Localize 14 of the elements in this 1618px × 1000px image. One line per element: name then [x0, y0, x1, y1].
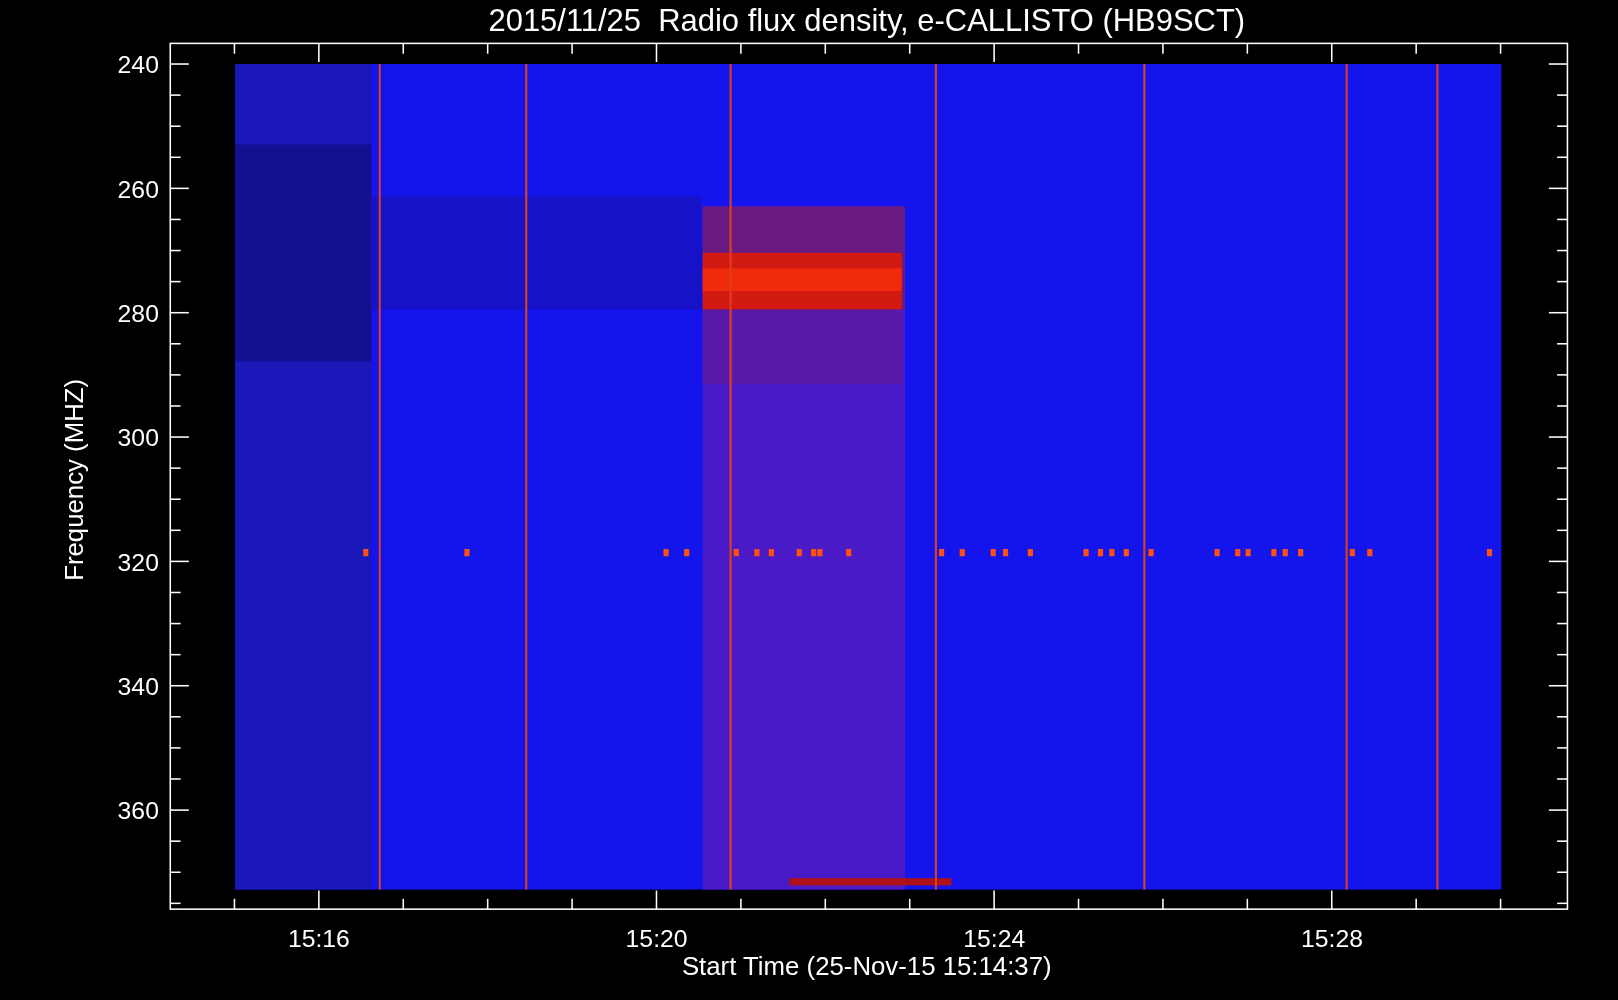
axis-title: Frequency (MHZ) — [59, 378, 88, 581]
tick-label: 15:24 — [963, 925, 1026, 953]
axis-title: Start Time (25-Nov-15 15:14:37) — [681, 952, 1052, 981]
tick-label: 240 — [117, 51, 159, 79]
tick-label: 300 — [117, 424, 159, 452]
tick-label: 320 — [117, 548, 159, 576]
tick-label: 15:16 — [287, 925, 350, 953]
chart-title: 2015/11/25 Radio flux density, e-CALLISTO (HB9SCT) — [488, 3, 1246, 38]
tick-label: 15:28 — [1301, 925, 1364, 953]
tick-label: 280 — [117, 300, 159, 327]
tick-label: 360 — [117, 797, 159, 825]
tick-label: 15:20 — [625, 925, 688, 953]
tick-label: 260 — [117, 175, 159, 203]
tick-label: 340 — [117, 673, 159, 701]
